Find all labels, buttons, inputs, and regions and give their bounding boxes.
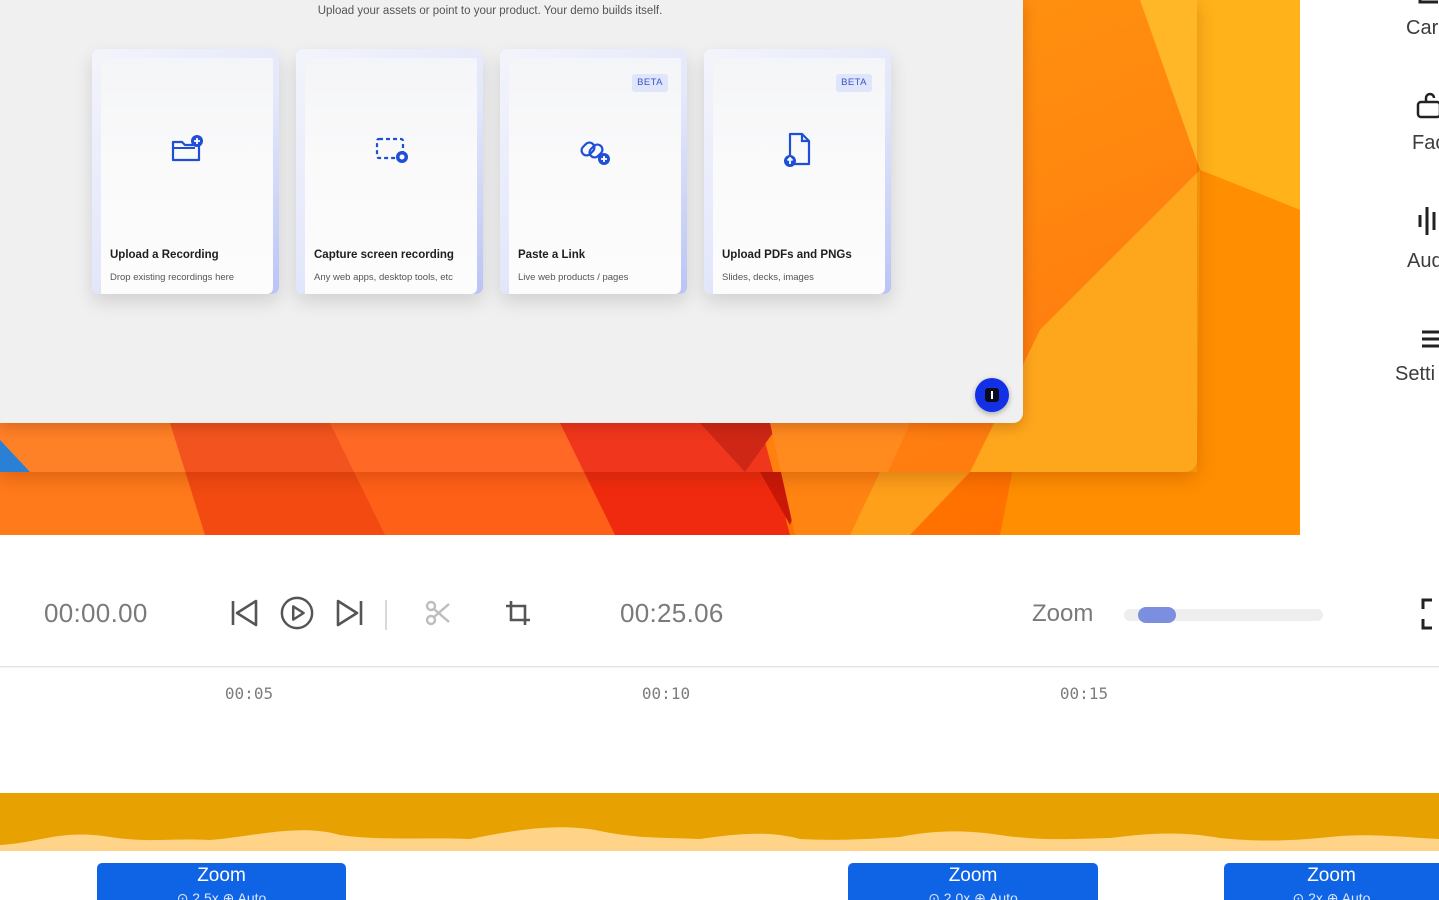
skip-to-end-button[interactable] xyxy=(333,596,367,630)
video-preview[interactable]: Upload your assets or point to your prod… xyxy=(0,0,1300,535)
zoom-lane: Zoom ⊙ 2.5x ⊕ Auto Zoom ⊙ 2.0x ⊕ Auto Zo… xyxy=(0,851,1439,900)
timeline-ruler[interactable]: 00:05 00:10 00:15 xyxy=(0,668,1439,793)
zoom-segment[interactable]: Zoom ⊙ 2.5x ⊕ Auto xyxy=(97,863,346,900)
current-time: 00:00.00 xyxy=(44,598,148,628)
card-description: Slides, decks, images xyxy=(722,272,814,283)
cut-button[interactable] xyxy=(421,596,455,630)
side-item-label: Fac xyxy=(1412,132,1439,154)
card-description: Live web products / pages xyxy=(518,272,629,283)
card-title: Paste a Link xyxy=(518,249,586,261)
face-icon xyxy=(1416,92,1439,119)
skip-to-start-button[interactable] xyxy=(227,596,261,630)
beta-badge: BETA xyxy=(836,74,872,92)
card-description: Drop existing recordings here xyxy=(110,272,235,283)
audio-track[interactable] xyxy=(0,793,1439,851)
side-item-face[interactable]: Fac xyxy=(1300,90,1439,154)
card-body: BETA Paste a Link Live web products / pa… xyxy=(509,58,681,294)
side-item-label: Setti xyxy=(1395,363,1436,385)
side-item-camera[interactable]: Car xyxy=(1300,0,1439,40)
zoom-segment[interactable]: Zoom ⊙ 2.0x ⊕ Auto xyxy=(848,863,1098,900)
zoom-segment-details: ⊙ 2x ⊕ Auto xyxy=(1292,890,1371,900)
card-body: Capture screen recording Any web apps, d… xyxy=(305,58,477,294)
zoom-slider[interactable] xyxy=(1124,607,1323,623)
fullscreen-icon[interactable] xyxy=(1420,598,1439,630)
app-window: Upload your assets or point to your prod… xyxy=(0,0,1023,423)
timeline-tick: 00:10 xyxy=(641,684,691,703)
settings-menu-icon xyxy=(1422,330,1439,348)
camera-icon xyxy=(1418,0,1438,4)
card-description: Any web apps, desktop tools, etc xyxy=(314,272,453,283)
upload-recording-card[interactable]: Upload a Recording Drop existing recordi… xyxy=(92,49,279,294)
card-title: Upload PDFs and PNGs xyxy=(722,249,852,261)
card-title: Upload a Recording xyxy=(110,249,219,261)
editor-root: Upload your assets or point to your prod… xyxy=(0,0,1439,900)
capture-screen-card[interactable]: Capture screen recording Any web apps, d… xyxy=(296,49,483,294)
side-item-label: Car xyxy=(1406,17,1439,39)
total-duration: 00:25.06 xyxy=(620,598,724,628)
zoom-segment-label: Zoom xyxy=(197,865,246,886)
playback-controls: 00:00.00 00:25.06 Zoom xyxy=(0,560,1439,667)
zoom-segment-label: Zoom xyxy=(948,865,998,886)
file-upload-icon xyxy=(784,132,811,167)
screen-capture-icon xyxy=(375,137,408,163)
zoom-segment-details: ⊙ 2.0x ⊕ Auto xyxy=(928,890,1018,900)
timeline-tick: 00:05 xyxy=(224,684,274,703)
zoom-slider-label: Zoom xyxy=(1032,600,1094,627)
side-item-settings[interactable]: Setti xyxy=(1300,325,1439,385)
folder-add-icon xyxy=(171,135,203,162)
play-button[interactable] xyxy=(280,596,314,630)
zoom-segment-details: ⊙ 2.5x ⊕ Auto xyxy=(176,890,267,900)
audio-waveform xyxy=(0,827,1439,851)
audio-wave-icon xyxy=(1418,207,1436,235)
paste-link-card[interactable]: BETA Paste a Link Live web products / pa… xyxy=(500,49,687,294)
zoom-segment[interactable]: Zoom ⊙ 2x ⊕ Auto xyxy=(1224,863,1439,900)
crop-icon xyxy=(506,601,530,625)
scissors-icon xyxy=(425,600,450,626)
side-panel: Car Fac Aud Setti xyxy=(1300,0,1439,560)
skip-forward-icon xyxy=(336,599,363,627)
card-body: Upload a Recording Drop existing recordi… xyxy=(101,58,273,294)
card-title: Capture screen recording xyxy=(314,249,454,261)
play-icon xyxy=(280,596,314,630)
assistant-logo-icon xyxy=(985,388,999,402)
skip-back-icon xyxy=(231,599,258,627)
app-subtitle: Upload your assets or point to your prod… xyxy=(317,5,663,17)
upload-pdfs-card[interactable]: BETA Upload PDFs and PNGs Slides, decks,… xyxy=(704,49,891,294)
crop-button[interactable] xyxy=(501,596,535,630)
assistant-fab-button[interactable] xyxy=(975,378,1009,412)
side-item-label: Aud xyxy=(1407,250,1439,272)
zoom-slider-thumb[interactable] xyxy=(1138,607,1176,623)
side-item-audio[interactable]: Aud xyxy=(1300,203,1439,272)
link-add-icon xyxy=(580,141,610,165)
zoom-segment-label: Zoom xyxy=(1307,865,1356,886)
timeline-tick: 00:15 xyxy=(1059,684,1109,703)
beta-badge: BETA xyxy=(632,74,668,92)
controls-divider xyxy=(385,600,387,630)
card-body: BETA Upload PDFs and PNGs Slides, decks,… xyxy=(713,58,885,294)
